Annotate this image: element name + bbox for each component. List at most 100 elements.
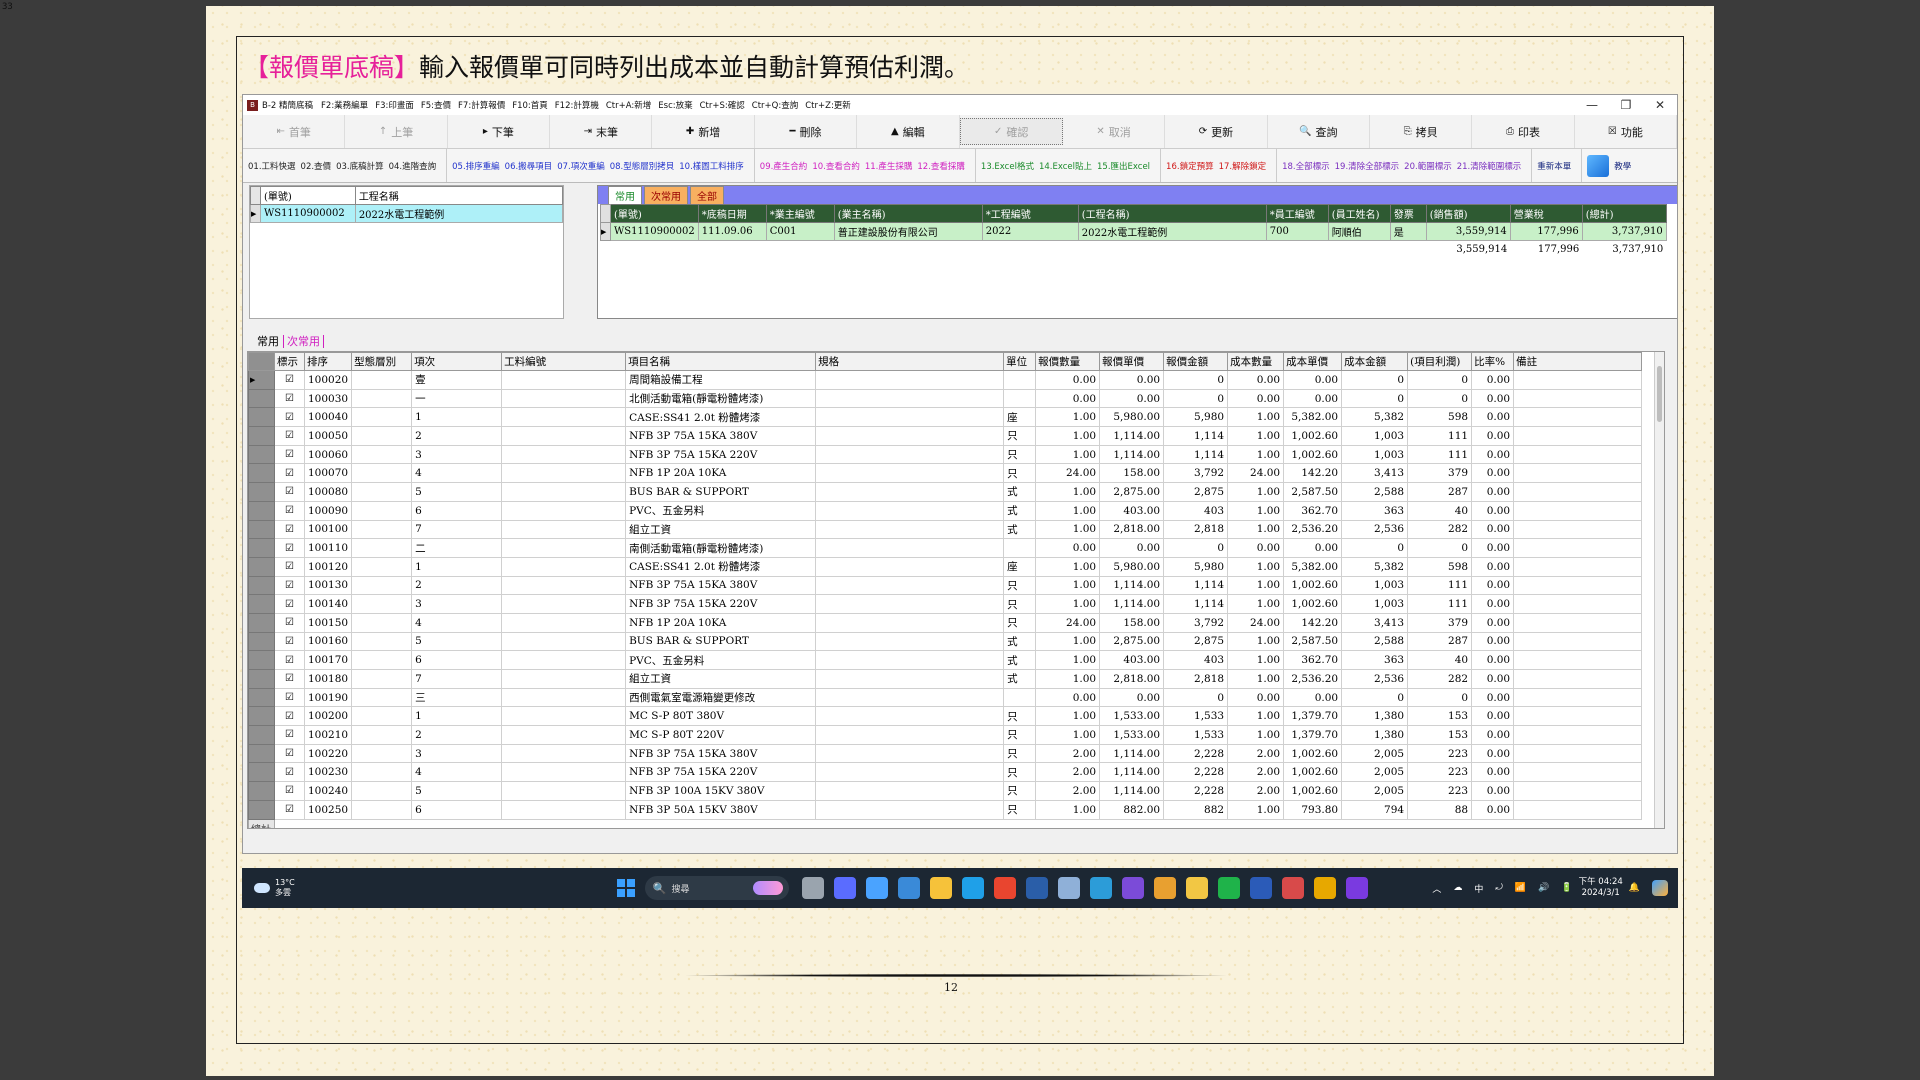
grid-cell[interactable]: 只 — [1003, 743, 1037, 764]
grid-col-header[interactable]: 報價數量 — [1035, 352, 1101, 371]
grid-cell[interactable] — [351, 687, 413, 708]
grid-cell[interactable]: 1.00 — [1035, 799, 1101, 820]
grid-cell[interactable]: 24.00 — [1227, 463, 1285, 484]
grid-cell[interactable]: 0 — [1341, 538, 1409, 558]
grid-cell[interactable] — [815, 725, 1005, 745]
toolbar-button-1[interactable]: ↑ 上筆 — [345, 115, 448, 148]
grid-cell[interactable]: 0 — [1163, 388, 1229, 409]
table-row[interactable]: ☑ 100110 二南側活動電箱(靜電粉體烤漆) 0.00 0.00 0 0.00 0.00 0… — [248, 538, 1643, 558]
grid-cell[interactable]: 5 — [411, 482, 503, 502]
toolbar-button-0[interactable]: ⇤ 首筆 — [243, 115, 346, 148]
grid-cell[interactable]: 5,980.00 — [1099, 556, 1165, 577]
grid-cell[interactable] — [1513, 612, 1643, 633]
tab-all[interactable]: 全部 — [690, 186, 724, 204]
function-button[interactable]: 10.樣圖工料排序 — [679, 160, 744, 172]
grid-cell[interactable]: 1.00 — [1035, 407, 1101, 428]
grid-cell[interactable] — [815, 519, 1005, 540]
grid-cell[interactable]: 100170 — [303, 650, 353, 670]
toolbar-button-13[interactable]: ☒ 功能 — [1575, 115, 1677, 148]
row-selector[interactable] — [248, 725, 275, 745]
row-selector[interactable] — [248, 612, 275, 633]
grid-cell[interactable] — [1513, 575, 1643, 596]
grid-cell[interactable] — [351, 799, 413, 820]
grid-cell[interactable]: 1,114.00 — [1099, 781, 1165, 801]
row-selector[interactable] — [248, 631, 275, 652]
grid-cell[interactable] — [501, 388, 627, 409]
grid-cell[interactable]: NFB 3P 75A 15KA 220V — [625, 762, 817, 783]
grid-cell[interactable]: 式 — [1003, 482, 1037, 502]
grid-cell[interactable]: 只 — [1003, 781, 1037, 801]
grid-cell[interactable]: 153 — [1407, 725, 1473, 745]
grid-cell[interactable] — [501, 687, 627, 708]
grid-cell[interactable] — [501, 500, 627, 521]
grid-cell[interactable] — [501, 575, 627, 596]
grid-cell[interactable]: 794 — [1341, 799, 1409, 820]
grid-cell[interactable]: 5,980.00 — [1099, 407, 1165, 428]
grid-cell[interactable]: 0.00 — [1227, 687, 1285, 708]
table-row[interactable]: ☑ 100160 5 BUS BAR & SUPPORT 式 1.00 2,875.00 2,… — [248, 631, 1643, 652]
table-row[interactable]: ☑ 100120 1 CASE:SS41 2.0t 粉體烤漆座 1.00 5,980.00… — [248, 556, 1643, 577]
grid-cell[interactable]: 1.00 — [1035, 482, 1101, 502]
row-selector[interactable]: ▶ — [248, 370, 275, 390]
grid-cell[interactable] — [351, 650, 413, 670]
grid-cell[interactable] — [351, 556, 413, 577]
row-selector[interactable] — [248, 538, 275, 558]
grid-cell[interactable]: 1,002.60 — [1283, 575, 1343, 596]
grid-cell[interactable] — [501, 407, 627, 428]
grid-cell[interactable]: 282 — [1407, 669, 1473, 689]
grid-cell[interactable] — [815, 799, 1005, 820]
maximize-icon[interactable]: ❐ — [1609, 98, 1643, 112]
grid-cell[interactable]: NFB 3P 75A 15KA 380V — [625, 575, 817, 596]
toolbar-button-12[interactable]: ⎙ 印表 — [1472, 115, 1575, 148]
grid-cell[interactable]: 1,379.70 — [1283, 706, 1343, 727]
grid-cell[interactable]: 0.00 — [1471, 407, 1515, 428]
row-selector[interactable] — [248, 781, 275, 801]
grid-cell[interactable]: MC S-P 80T 220V — [625, 725, 817, 745]
grid-cell[interactable]: 2,875.00 — [1099, 631, 1165, 652]
grid-cell[interactable] — [815, 687, 1005, 708]
function-button[interactable]: 10.查看合約 — [812, 160, 860, 172]
function-button[interactable]: 03.底稿計算 — [336, 160, 384, 172]
grid-cell[interactable]: 2,228 — [1163, 743, 1229, 764]
tab-grid-secondary[interactable]: 次常用 — [283, 335, 324, 348]
grid-cell[interactable]: 2.00 — [1035, 743, 1101, 764]
grid-cell[interactable]: 式 — [1003, 669, 1037, 689]
function-button[interactable]: 17.解除鎖定 — [1219, 160, 1267, 172]
grid-cell[interactable]: 100150 — [303, 612, 353, 633]
grid-cell[interactable] — [1513, 725, 1643, 745]
grid-cell[interactable]: 1.00 — [1227, 669, 1285, 689]
onedrive-icon[interactable]: ☁ — [1453, 883, 1462, 893]
grid-cell[interactable]: 1,533.00 — [1099, 725, 1165, 745]
grid-cell[interactable]: 111 — [1407, 594, 1473, 614]
order-col-header[interactable]: (業主名稱) — [833, 204, 983, 223]
grid-cell[interactable]: NFB 3P 75A 15KA 380V — [625, 426, 817, 446]
function-button[interactable]: 08.型態層別拷貝 — [610, 160, 675, 172]
grid-cell[interactable]: 2,818.00 — [1099, 519, 1165, 540]
grid-cell[interactable]: 2.00 — [1227, 743, 1285, 764]
grid-cell[interactable]: 0 — [1341, 388, 1409, 409]
grid-cell[interactable]: 0.00 — [1283, 687, 1343, 708]
grid-cell[interactable]: 2,818 — [1163, 519, 1229, 540]
grid-cell[interactable]: 100080 — [303, 482, 353, 502]
grid-cell[interactable]: 0.00 — [1471, 463, 1515, 484]
grid-cell[interactable] — [351, 407, 413, 428]
taskbar-app-icon[interactable] — [1313, 877, 1336, 899]
grid-cell[interactable] — [1513, 631, 1643, 652]
grid-cell[interactable]: 1.00 — [1035, 519, 1101, 540]
grid-cell[interactable]: 1,114 — [1163, 594, 1229, 614]
function-button[interactable]: 04.進階查詢 — [389, 160, 437, 172]
function-button[interactable]: 02.查價 — [301, 160, 332, 172]
grid-cell[interactable] — [1513, 799, 1643, 820]
toolbar-button-8[interactable]: ✕ 取消 — [1063, 115, 1166, 148]
grid-cell[interactable]: 座 — [1003, 407, 1037, 428]
grid-cell[interactable]: 5 — [411, 631, 503, 652]
grid-cell[interactable]: 6 — [411, 500, 503, 521]
row-selector[interactable] — [248, 426, 275, 446]
grid-cell[interactable]: 0.00 — [1227, 388, 1285, 409]
grid-cell[interactable]: 2 — [411, 575, 503, 596]
grid-cell[interactable]: 二 — [411, 538, 503, 558]
vertical-scrollbar[interactable] — [1654, 352, 1664, 828]
order-list-row[interactable]: ▶ WS1110900002 2022水電工程範例 — [250, 204, 564, 223]
grid-cell[interactable]: 1,114.00 — [1099, 594, 1165, 614]
grid-cell[interactable] — [351, 781, 413, 801]
